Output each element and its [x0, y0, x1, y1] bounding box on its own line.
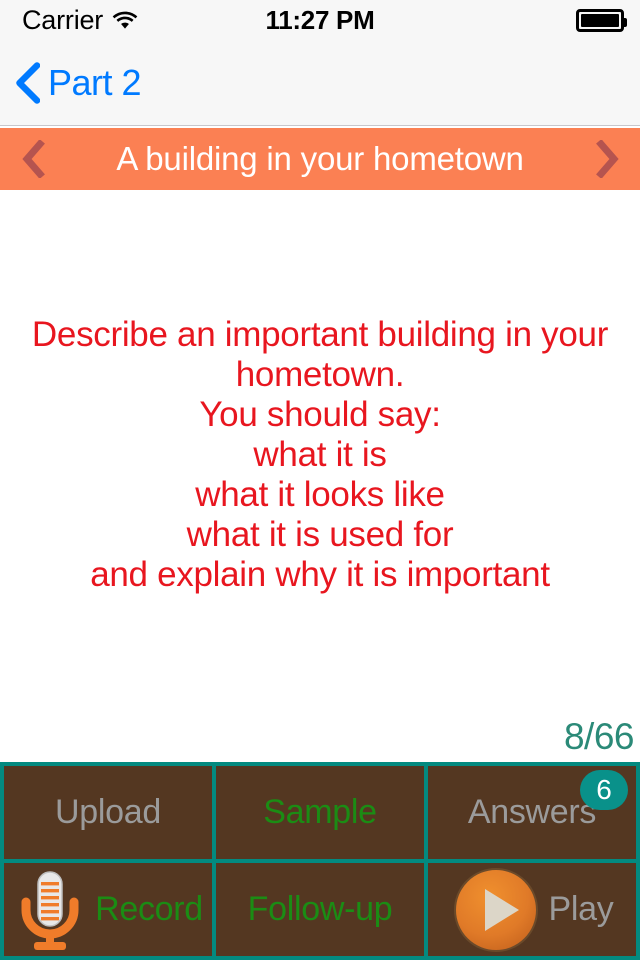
answers-count-badge: 6	[580, 770, 628, 810]
record-button-label: Record	[95, 890, 203, 928]
follow-up-button-label: Follow-up	[247, 890, 393, 928]
question-text: Describe an important building in your h…	[31, 315, 609, 594]
topic-title: A building in your hometown	[116, 140, 524, 177]
answers-button-label: Answers	[467, 793, 597, 831]
play-button[interactable]: Play	[428, 863, 636, 956]
microphone-icon	[13, 868, 87, 952]
follow-up-button[interactable]: Follow-up	[216, 863, 424, 956]
status-bar: Carrier 11:27 PM	[0, 0, 640, 40]
status-bar-right	[576, 0, 627, 40]
app-root: Carrier 11:27 PM Part 2 A building in yo…	[0, 0, 640, 960]
record-button[interactable]: Record	[4, 863, 212, 956]
question-area: Describe an important building in your h…	[0, 190, 640, 720]
chevron-left-icon	[14, 62, 41, 104]
back-button[interactable]: Part 2	[14, 40, 142, 126]
chevron-left-icon	[21, 140, 45, 178]
back-button-label: Part 2	[48, 62, 142, 103]
next-topic-button[interactable]	[574, 128, 640, 190]
chevron-right-icon	[595, 140, 619, 178]
sample-button[interactable]: Sample	[216, 766, 424, 859]
status-bar-time: 11:27 PM	[265, 5, 375, 35]
play-icon	[451, 865, 541, 955]
answers-button[interactable]: Answers 6	[428, 766, 636, 859]
battery-fill	[581, 13, 619, 27]
play-button-label: Play	[548, 890, 614, 928]
topic-bar: A building in your hometown	[0, 128, 640, 190]
navigation-bar: Part 2	[0, 40, 640, 126]
action-button-grid: Upload Sample Answers 6 Record Follow-up…	[0, 762, 640, 960]
previous-topic-button[interactable]	[0, 128, 66, 190]
battery-full-icon	[576, 8, 627, 32]
upload-button[interactable]: Upload	[4, 766, 212, 859]
upload-button-label: Upload	[55, 793, 161, 831]
battery-nub	[623, 17, 627, 27]
page-counter: 8/66	[563, 716, 635, 757]
sample-button-label: Sample	[263, 793, 377, 831]
